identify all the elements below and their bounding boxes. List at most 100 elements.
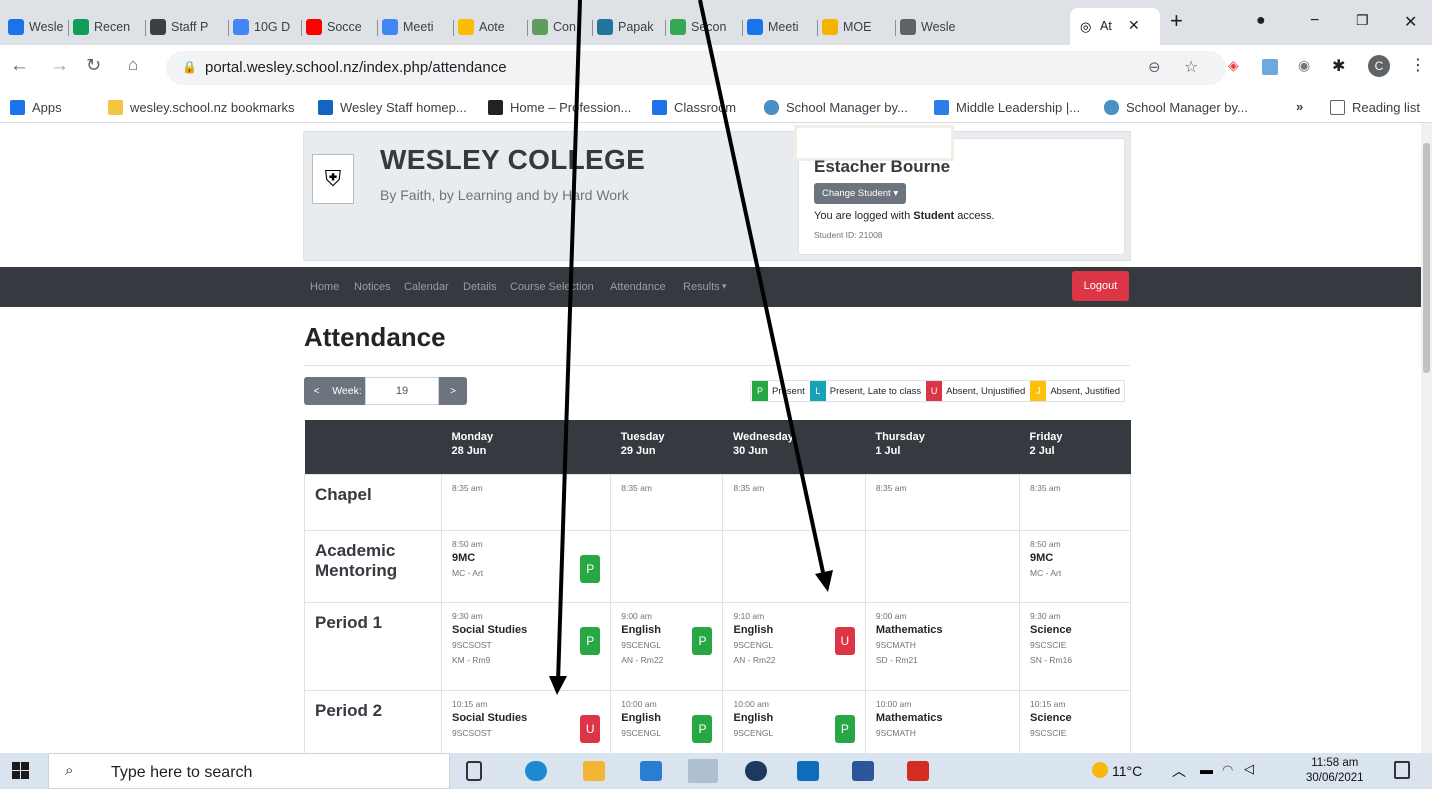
extension-icon[interactable]: ◉ (1298, 57, 1310, 74)
browser-tab[interactable]: Socce (306, 14, 368, 40)
day-header: Friday 2 Jul (1019, 420, 1131, 474)
nav-details[interactable]: Details (463, 281, 497, 293)
nav-home[interactable]: Home (310, 281, 339, 293)
wifi-icon[interactable]: ◠ (1222, 762, 1233, 778)
clock-date: 30/06/2021 (1306, 772, 1364, 784)
notifications-icon[interactable] (1394, 761, 1410, 779)
weather-temp[interactable]: 11°C (1112, 763, 1142, 779)
lesson-cell: 8:50 am 9MC MC - Art (1019, 529, 1131, 603)
taskbar-search-box[interactable]: ⌕ Type here to search (48, 753, 450, 789)
close-window-button[interactable]: ✕ (1404, 12, 1417, 32)
new-tab-button[interactable]: + (1170, 8, 1183, 34)
profile-avatar[interactable]: C (1368, 55, 1390, 77)
bookmarks-bar: Apps wesley.school.nz bookmarks Wesley S… (0, 93, 1432, 123)
lesson-cell: 9:30 am Social Studies 9SCSOST KM - Rm9 P (440, 601, 612, 691)
url-text[interactable]: portal.wesley.school.nz/index.php/attend… (205, 59, 507, 76)
app-icon[interactable] (745, 761, 767, 781)
edge-icon[interactable] (525, 761, 547, 781)
extension-icon[interactable]: ◈ (1228, 57, 1239, 74)
day-name: Wednesday (732, 431, 794, 443)
legend-item: P Present (751, 380, 809, 402)
tab-separator (817, 20, 818, 36)
lesson-subject: Mathematics (875, 623, 943, 636)
nav-course-selection[interactable]: Course Selection (510, 281, 594, 293)
file-explorer-icon[interactable] (583, 761, 605, 781)
volume-icon[interactable]: ◁ (1244, 761, 1254, 777)
browser-tab[interactable]: Aote (458, 14, 520, 40)
more-bookmarks-icon[interactable]: » (1296, 99, 1303, 114)
nav-notices[interactable]: Notices (354, 281, 391, 293)
store-icon[interactable] (640, 761, 662, 781)
tray-chevron-icon[interactable]: ︿ (1172, 761, 1186, 781)
home-icon[interactable]: ⌂ (128, 55, 138, 75)
browser-tab[interactable]: 10G D (233, 14, 295, 40)
bookmark-apps[interactable]: Apps (10, 100, 62, 115)
browser-tab[interactable]: Recen (73, 14, 135, 40)
logout-button[interactable]: Logout (1072, 271, 1129, 301)
lesson-room: SN - Rm16 (1030, 654, 1073, 665)
day-header: Thursday 1 Jul (865, 420, 1020, 474)
puzzle-icon[interactable]: ✱ (1332, 56, 1345, 76)
prev-week-button[interactable]: < (304, 377, 329, 405)
bookmark-item[interactable]: Classroom (652, 100, 736, 115)
tab-search-icon[interactable]: ● (1256, 12, 1266, 30)
weather-sun-icon[interactable] (1092, 762, 1108, 778)
week-input[interactable]: 19 (365, 377, 439, 405)
bookmark-item[interactable]: Wesley Staff homep... (318, 100, 467, 115)
outlook-icon[interactable] (797, 761, 819, 781)
bookmark-item[interactable]: Middle Leadership |... (934, 100, 1080, 115)
browser-tab[interactable]: Wesle (900, 14, 962, 40)
reading-list[interactable]: Reading list (1330, 100, 1420, 115)
lesson-subject: Mathematics (875, 711, 943, 724)
browser-tab[interactable]: Secon (670, 14, 732, 40)
tab-label: Papak (618, 20, 654, 34)
lesson-code: 9SCMATH (875, 639, 916, 650)
clock-time: 11:58 am (1311, 757, 1359, 769)
timetable-corner (304, 420, 442, 474)
nav-calendar[interactable]: Calendar (404, 281, 449, 293)
bookmark-item[interactable]: School Manager by... (1104, 100, 1248, 115)
tab-active[interactable]: ◎ At ✕ (1070, 8, 1160, 45)
browser-tab[interactable]: Meeti (747, 14, 809, 40)
address-bar-row: ← → ↻ ⌂ 🔒 portal.wesley.school.nz/index.… (0, 45, 1432, 93)
bookmark-label: School Manager by... (786, 100, 908, 115)
zoom-icon[interactable]: ⊖ (1148, 58, 1161, 76)
word-icon[interactable] (852, 761, 874, 781)
scrollbar-thumb[interactable] (1423, 143, 1430, 373)
legend-item: L Present, Late to class (809, 380, 925, 402)
change-student-button[interactable]: Change Student ▾ (814, 183, 907, 204)
minimize-button[interactable]: − (1310, 12, 1319, 30)
page-scrollbar[interactable] (1421, 123, 1432, 753)
close-tab-icon[interactable]: ✕ (1128, 17, 1140, 34)
menu-icon[interactable]: ⋮ (1410, 55, 1426, 75)
browser-tab[interactable]: Wesle (8, 14, 70, 40)
acrobat-icon[interactable] (907, 761, 929, 781)
bookmark-item[interactable]: School Manager by... (764, 100, 908, 115)
task-view-icon[interactable] (466, 761, 482, 781)
reload-icon[interactable]: ↻ (86, 55, 101, 76)
attendance-status-badge: P (580, 554, 601, 583)
bookmark-folder[interactable]: wesley.school.nz bookmarks (108, 100, 295, 115)
browser-tab[interactable]: Papak (597, 14, 659, 40)
forward-icon[interactable]: → (50, 55, 69, 77)
back-icon[interactable]: ← (10, 55, 29, 77)
extension-df-icon[interactable] (1262, 59, 1278, 75)
nav-attendance[interactable]: Attendance (610, 281, 666, 293)
lesson-cell: 8:35 am (722, 473, 866, 531)
bookmark-item[interactable]: Home – Profession... (488, 100, 631, 115)
taskbar-clock[interactable]: 11:58 am 30/06/2021 (1306, 756, 1364, 786)
browser-tab[interactable]: Con (532, 14, 594, 40)
nav-results[interactable]: Results (683, 281, 720, 293)
star-icon[interactable]: ☆ (1184, 57, 1198, 77)
day-header: Tuesday 29 Jun (610, 420, 723, 474)
battery-icon[interactable]: ▬ (1200, 762, 1213, 777)
tab-favicon-icon (670, 19, 686, 35)
browser-tab[interactable]: MOE (822, 14, 884, 40)
browser-tab[interactable]: Meeti (382, 14, 444, 40)
tab-favicon-icon (233, 19, 249, 35)
next-week-button[interactable]: > (439, 377, 467, 405)
restore-button[interactable]: ❐ (1356, 12, 1369, 29)
chrome-icon[interactable] (688, 759, 718, 783)
browser-tab[interactable]: Staff P (150, 14, 212, 40)
windows-start-icon[interactable] (12, 762, 29, 779)
